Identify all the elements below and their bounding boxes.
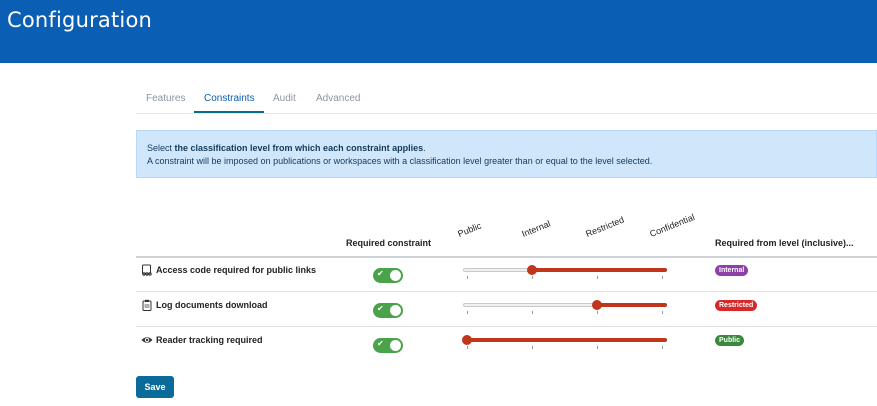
level-badge: Public xyxy=(715,335,745,346)
level-badge: Internal xyxy=(715,265,749,276)
toggle-knob xyxy=(390,305,401,316)
row-label-text: Reader tracking required xyxy=(156,335,263,345)
slider-thumb[interactable] xyxy=(527,265,537,275)
slider-thumb[interactable] xyxy=(592,300,602,310)
table-header-divider xyxy=(136,256,877,258)
table-row-label: Reader tracking required xyxy=(141,334,263,346)
row-label-text: Log documents download xyxy=(156,300,268,310)
tab-advanced[interactable]: Advanced xyxy=(316,93,360,104)
save-button[interactable]: Save xyxy=(136,376,174,398)
row-divider xyxy=(136,291,877,292)
slider-fill xyxy=(593,303,667,307)
slider-fill xyxy=(463,338,667,342)
required-toggle[interactable]: ✔ xyxy=(373,303,403,318)
check-icon: ✔ xyxy=(377,304,384,313)
slider-tick xyxy=(467,346,468,349)
required-toggle[interactable]: ✔ xyxy=(373,268,403,283)
slider-tick xyxy=(467,276,468,279)
table-row-label: Access code required for public links xyxy=(141,264,316,276)
row-label-text: Access code required for public links xyxy=(156,265,317,275)
app-header: Configuration xyxy=(0,0,877,63)
info-suffix: . xyxy=(423,143,426,153)
row-divider xyxy=(136,326,877,327)
access-code-icon xyxy=(142,264,152,276)
slider-tick xyxy=(597,346,598,349)
required-level-header: Required from level (inclusive)... xyxy=(715,238,854,248)
slider-tick xyxy=(532,311,533,314)
level-label-restricted: Restricted xyxy=(584,214,626,239)
slider-fill xyxy=(528,268,667,272)
page-title: Configuration xyxy=(7,8,153,32)
active-tab-indicator xyxy=(194,111,264,113)
slider-tick xyxy=(662,311,663,314)
slider-tick xyxy=(662,346,663,349)
clipboard-icon xyxy=(142,299,152,311)
level-slider[interactable] xyxy=(462,335,668,349)
slider-tick xyxy=(467,311,468,314)
info-bold: the classification level from which each… xyxy=(174,143,424,153)
tab-bar: Features Constraints Audit Advanced xyxy=(136,87,877,114)
slider-tick xyxy=(597,276,598,279)
level-badge: Restricted xyxy=(715,300,758,311)
toggle-knob xyxy=(390,270,401,281)
tab-audit[interactable]: Audit xyxy=(273,93,296,104)
info-line-1: Select the classification level from whi… xyxy=(147,143,426,153)
table-row-label: Log documents download xyxy=(141,299,268,311)
level-slider[interactable] xyxy=(463,300,668,314)
level-slider[interactable] xyxy=(463,265,668,279)
check-icon: ✔ xyxy=(377,269,384,278)
required-constraint-header: Required constraint xyxy=(346,238,432,248)
info-prefix: Select xyxy=(147,143,175,153)
slider-tick xyxy=(532,276,533,279)
level-label-internal: Internal xyxy=(520,218,552,239)
toggle-knob xyxy=(390,340,401,351)
level-label-confidential: Confidential xyxy=(648,211,697,239)
required-toggle[interactable]: ✔ xyxy=(373,338,403,353)
eye-icon xyxy=(141,337,153,343)
slider-tick xyxy=(597,311,598,314)
slider-tick xyxy=(662,276,663,279)
info-banner: Select the classification level from whi… xyxy=(136,130,877,178)
info-line-2: A constraint will be imposed on publicat… xyxy=(147,156,653,166)
tab-features[interactable]: Features xyxy=(146,93,185,104)
slider-tick xyxy=(532,346,533,349)
slider-thumb[interactable] xyxy=(462,335,472,345)
check-icon: ✔ xyxy=(377,339,384,348)
tab-constraints[interactable]: Constraints xyxy=(204,93,255,104)
level-label-public: Public xyxy=(456,220,483,239)
